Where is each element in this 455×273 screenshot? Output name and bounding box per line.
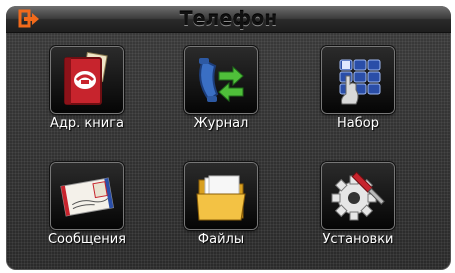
settings-tools-icon <box>331 171 385 221</box>
tile-files[interactable]: Файлы <box>166 159 276 249</box>
tile-frame <box>322 163 394 229</box>
address-book-icon <box>64 51 108 105</box>
tile-label: Установки <box>322 232 394 247</box>
tile-label: Файлы <box>197 232 245 247</box>
tile-call-log[interactable]: Журнал <box>166 43 276 133</box>
folder-icon <box>196 175 246 221</box>
tile-label: Журнал <box>193 116 249 131</box>
tile-label: Набор <box>337 116 379 131</box>
tile-frame <box>51 163 123 229</box>
phone-screen: Телефон Адр. книга Журнал Набор Сообщени… <box>6 6 451 270</box>
dial-keypad-icon <box>339 59 381 105</box>
tile-label: Сообщения <box>47 232 126 247</box>
tile-frame <box>185 47 257 113</box>
call-log-icon <box>199 58 244 103</box>
tile-frame <box>185 163 257 229</box>
tile-messages[interactable]: Сообщения <box>32 159 142 249</box>
tile-frame <box>322 47 394 113</box>
tile-address-book[interactable]: Адр. книга <box>32 43 142 133</box>
tile-dial[interactable]: Набор <box>303 43 413 133</box>
page-title: Телефон <box>179 8 278 30</box>
tile-frame <box>51 47 123 113</box>
tile-settings[interactable]: Установки <box>303 159 413 249</box>
title-bar: Телефон <box>6 6 451 33</box>
envelope-icon <box>60 177 114 217</box>
tile-label: Адр. книга <box>50 116 124 131</box>
